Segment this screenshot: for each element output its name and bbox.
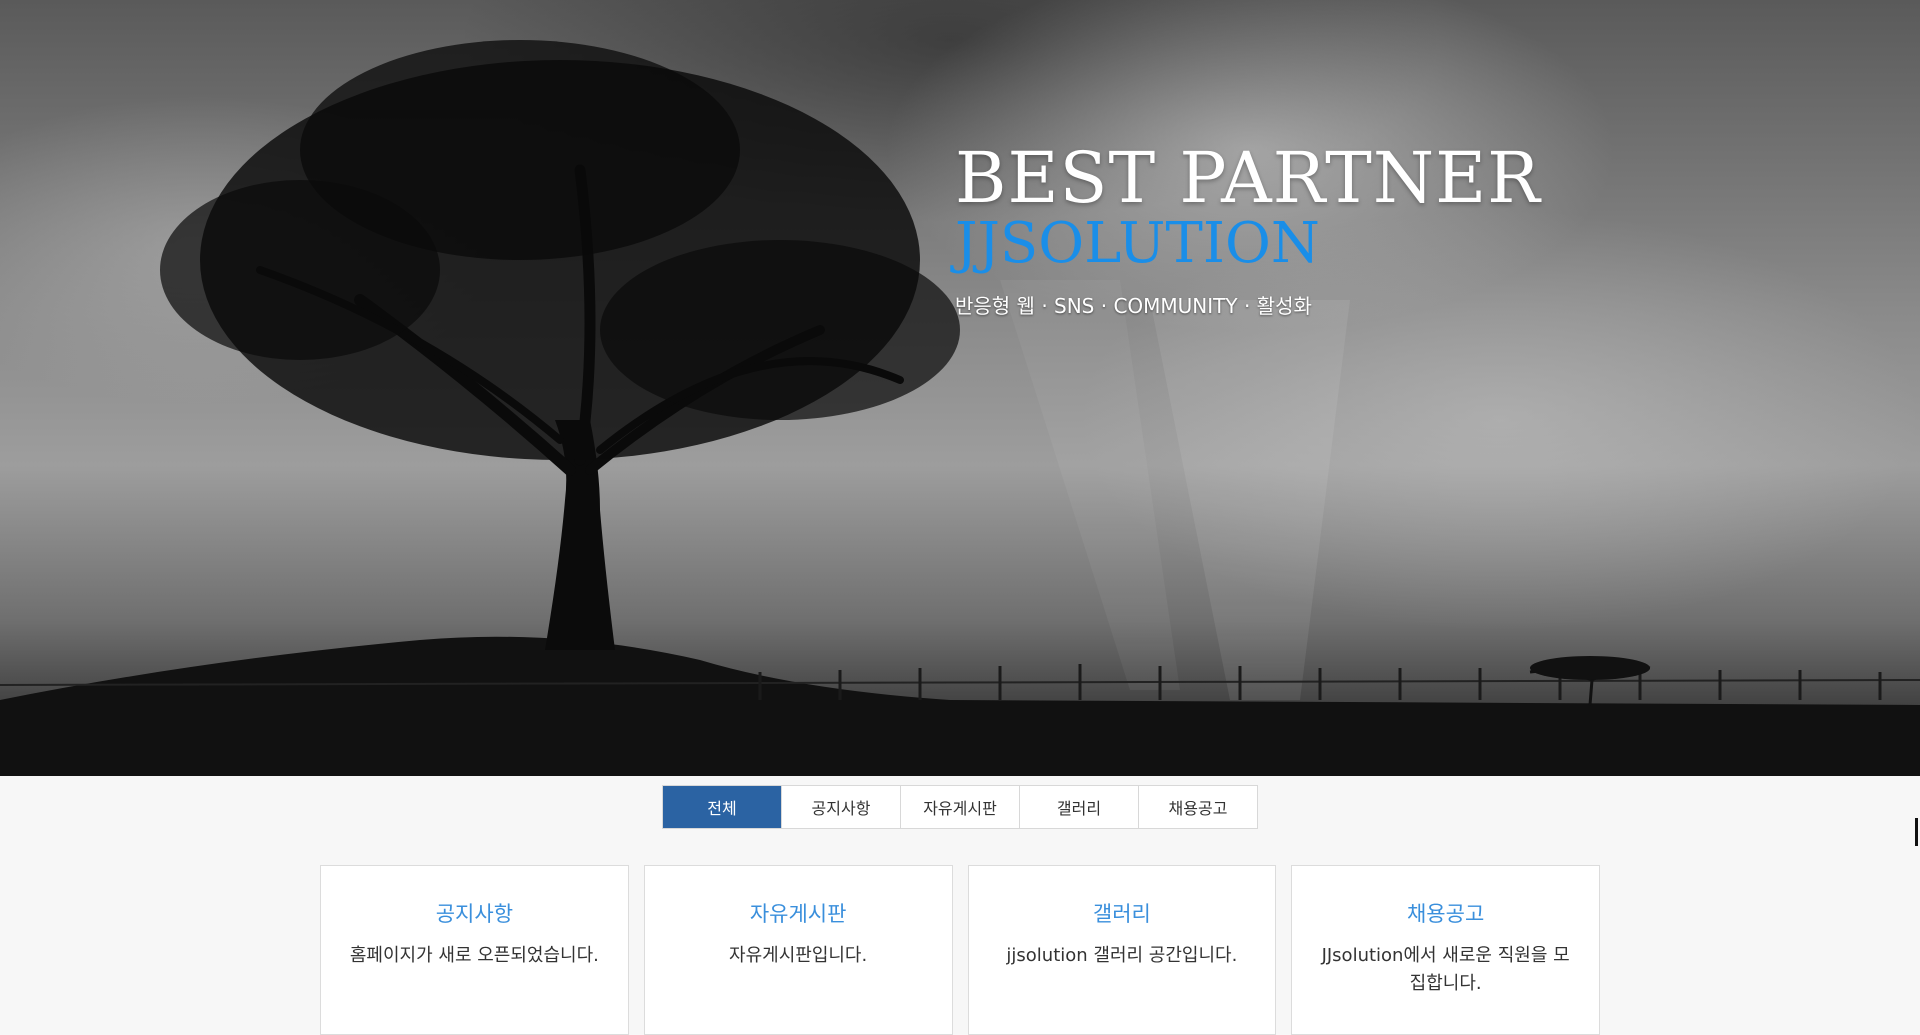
card-title[interactable]: 자유게시판 [645,898,952,928]
board-cards: 공지사항 홈페이지가 새로 오픈되었습니다. 자유게시판 자유게시판입니다. 갤… [320,865,1600,1035]
board-tabs: 전체 공지사항 자유게시판 갤러리 채용공고 [662,785,1258,829]
card-title[interactable]: 갤러리 [969,898,1276,928]
card-text: 홈페이지가 새로 오픈되었습니다. [349,945,599,966]
hero-text-block: BEST PARTNER JJSOLUTION 반응형 웹 · SNS · CO… [955,140,1541,319]
card-gallery[interactable]: 갤러리 jjsolution 갤러리 공간입니다. [967,865,1277,1035]
hero-background-image [0,40,1920,776]
card-text: JJsolution에서 새로운 직원을 모집합니다. [1321,945,1570,994]
tab-notice[interactable]: 공지사항 [781,786,900,828]
card-title[interactable]: 채용공고 [1292,898,1599,928]
tab-gallery[interactable]: 갤러리 [1019,786,1138,828]
card-text: 자유게시판입니다. [729,945,868,966]
hero-title: BEST PARTNER [955,137,1541,219]
card-title[interactable]: 공지사항 [321,898,628,928]
card-recruit[interactable]: 채용공고 JJsolution에서 새로운 직원을 모집합니다. [1291,865,1600,1035]
tab-free-board[interactable]: 자유게시판 [900,786,1019,828]
card-text: jjsolution 갤러리 공간입니다. [1006,945,1238,966]
card-free-board[interactable]: 자유게시판 자유게시판입니다. [643,865,953,1035]
hero-banner: BEST PARTNER JJSOLUTION 반응형 웹 · SNS · CO… [0,0,1920,776]
tab-all[interactable]: 전체 [663,786,781,828]
hero-brand: JJSOLUTION [955,211,1320,276]
card-notice[interactable]: 공지사항 홈페이지가 새로 오픈되었습니다. [320,865,629,1035]
tab-recruit[interactable]: 채용공고 [1138,786,1257,828]
hero-subtitle: 반응형 웹 · SNS · COMMUNITY · 활성화 [955,294,1312,318]
scrollbar-edge[interactable] [1915,818,1918,846]
